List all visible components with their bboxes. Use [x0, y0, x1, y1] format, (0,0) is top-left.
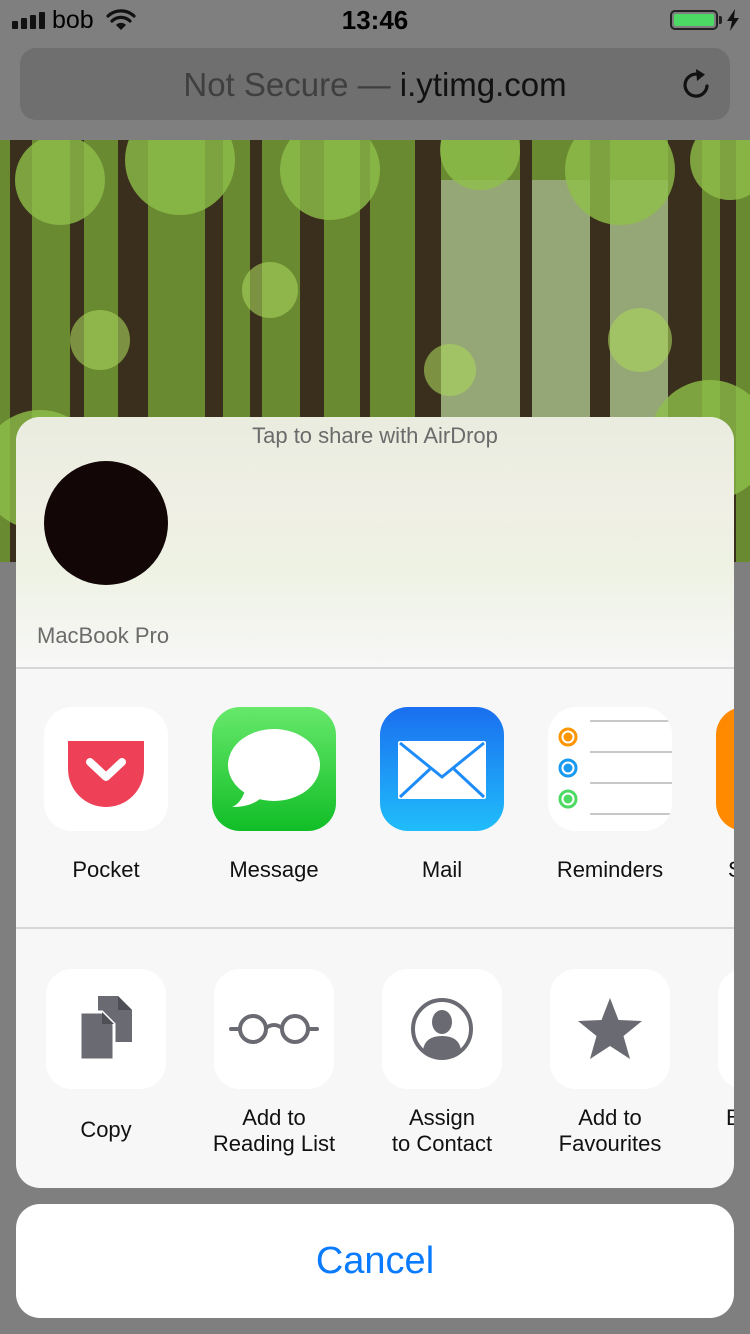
status-bar: bob 13:46 [0, 0, 750, 40]
share-app-mail[interactable]: Mail [358, 707, 526, 883]
share-apps-row: Pocket Message Mail Reminders [16, 669, 734, 929]
reload-icon[interactable] [680, 66, 714, 107]
mail-icon [380, 707, 504, 831]
airdrop-section: Tap to share with AirDrop MacBook Pro [16, 417, 734, 669]
airdrop-device-name: MacBook Pro [37, 623, 170, 648]
action-label: Copy [80, 1117, 132, 1142]
partial-app-icon [716, 707, 734, 831]
action-label: B [726, 1105, 734, 1130]
share-app-pocket[interactable]: Pocket [22, 707, 190, 883]
address-bar[interactable]: Not Secure — i.ytimg.com [20, 48, 730, 120]
action-add-to-reading-list[interactable]: Add to Reading List [190, 969, 358, 1157]
share-app-partial[interactable]: S [694, 707, 734, 883]
battery-icon [670, 10, 718, 30]
share-actions-row: Copy Add to Reading List Assign to Conta… [16, 929, 734, 1188]
action-add-to-favourites[interactable]: Add to Favourites [526, 969, 694, 1157]
airdrop-device-avatar[interactable] [44, 461, 168, 585]
glasses-icon [214, 969, 334, 1089]
action-label: Add to Favourites [558, 1105, 662, 1156]
app-label: S [694, 857, 734, 883]
pocket-icon [44, 707, 168, 831]
copy-icon [46, 969, 166, 1089]
message-icon [212, 707, 336, 831]
app-label: Pocket [72, 857, 140, 882]
share-app-message[interactable]: Message [190, 707, 358, 883]
action-assign-to-contact[interactable]: Assign to Contact [358, 969, 526, 1157]
action-label: Assign to Contact [391, 1105, 493, 1156]
reminders-icon [548, 707, 672, 831]
url-text: Not Secure — i.ytimg.com [20, 66, 730, 104]
action-copy[interactable]: Copy [22, 969, 190, 1143]
app-label: Reminders [556, 857, 664, 882]
cancel-button[interactable]: Cancel [16, 1204, 734, 1318]
security-label: Not Secure — [183, 66, 400, 103]
share-sheet: Tap to share with AirDrop MacBook Pro Po… [16, 417, 734, 1188]
charging-bolt-icon [726, 9, 740, 36]
battery-tip [719, 16, 722, 24]
url-host: i.ytimg.com [399, 66, 567, 103]
app-label: Message [229, 857, 319, 882]
action-partial[interactable]: B [694, 969, 734, 1131]
airdrop-title: Tap to share with AirDrop [252, 423, 498, 448]
action-label: Add to Reading List [212, 1105, 336, 1156]
partial-action-icon [718, 969, 734, 1089]
app-label: Mail [421, 857, 463, 882]
share-app-reminders[interactable]: Reminders [526, 707, 694, 883]
clock: 13:46 [341, 5, 409, 35]
contact-icon [382, 969, 502, 1089]
star-icon [550, 969, 670, 1089]
